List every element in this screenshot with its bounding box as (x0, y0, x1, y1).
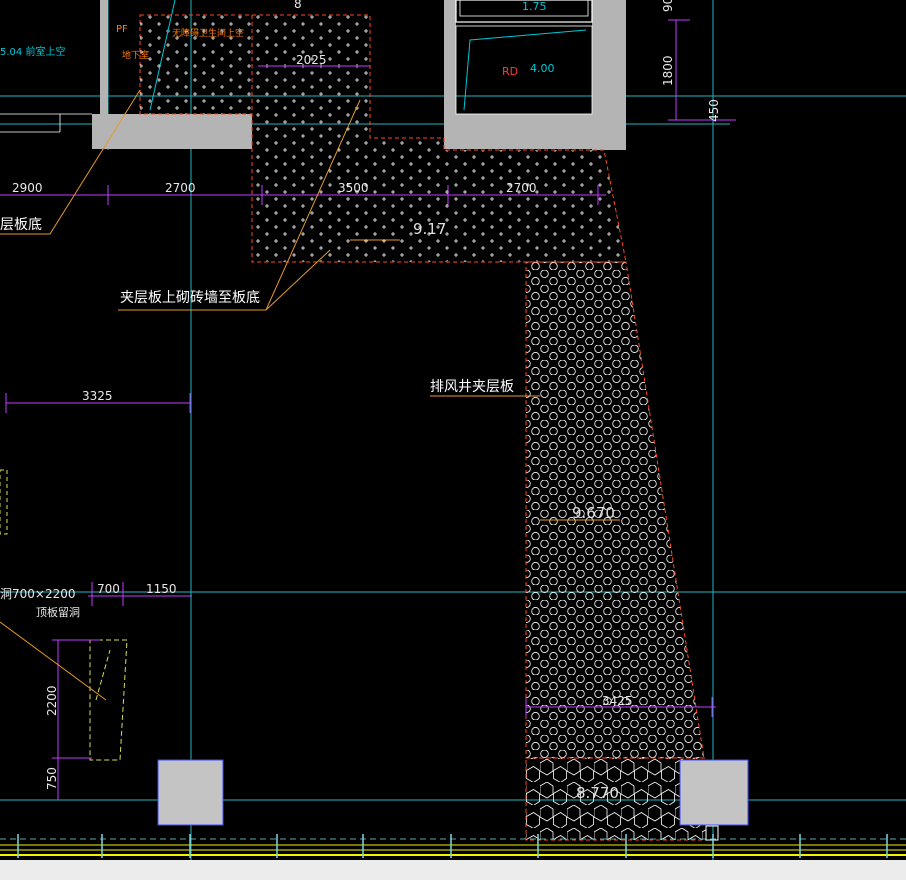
label-pf: PF (116, 24, 128, 35)
label-basement: 地下室 (122, 49, 149, 61)
label-exhaust-shaft-slab: 排风井夹层板 (430, 379, 514, 395)
dim-700: 700 (97, 582, 120, 596)
elevation-8-770: 8.770 (576, 784, 619, 802)
dim-750: 750 (45, 767, 59, 790)
dim-3500: 3500 (338, 181, 369, 195)
column-right (679, 759, 749, 826)
label-mezzanine-brick-wall: 夹层板上砌砖墙至板底 (120, 290, 260, 306)
label-accessible-wc: 无障碍卫生间上空 (172, 27, 244, 39)
dim-1150: 1150 (146, 582, 177, 596)
label-roof-opening: 顶板留洞 (36, 605, 80, 619)
elevation-9-17: 9.17 (413, 220, 446, 238)
dim-2025: 2025 (296, 53, 327, 67)
column-left (157, 759, 224, 826)
label-left-void: 5.04 前室上空 (0, 45, 65, 58)
dim-3325: 3325 (82, 389, 113, 403)
label-slab-bottom: 层板底 (0, 217, 42, 233)
dim-8: 8 (294, 0, 302, 11)
wall-left-room-side (100, 0, 108, 120)
wall-left-room-bottom (92, 114, 252, 149)
opening-diagonal (95, 649, 111, 701)
opening-outline (89, 639, 128, 761)
dim-90: 90 (661, 0, 675, 12)
bottom-rail (0, 834, 906, 858)
cad-drawing-canvas[interactable]: 2025 2900 2700 3500 2700 3325 700 1150 3… (0, 0, 906, 880)
slab-shaft-circle-hatch (525, 261, 705, 759)
room-diagonal (463, 29, 587, 111)
dim-3425: 3425 (602, 694, 633, 708)
dim-2200: 2200 (45, 685, 59, 716)
dim-2900: 2900 (12, 181, 43, 195)
status-bar (0, 860, 906, 880)
dim-2700-a: 2700 (165, 181, 196, 195)
label-opening-size: 留洞700×2200 (0, 587, 76, 601)
wall-right-room-right (592, 0, 626, 150)
wall-right-room-left (444, 0, 456, 120)
dim-1-75: 1.75 (522, 0, 547, 13)
elevation-9-670: 9.670 (572, 504, 615, 522)
label-rd: RD (502, 65, 518, 78)
column-right-small (705, 825, 719, 841)
leader-slab-bottom (0, 89, 141, 235)
dim-450: 450 (707, 99, 721, 122)
dim-1800: 1800 (661, 55, 675, 86)
cad-floor-plan: 2025 2900 2700 3500 2700 3325 700 1150 3… (0, 0, 906, 860)
left-edge-element (0, 469, 8, 535)
dim-2700-b: 2700 (506, 181, 537, 195)
label-rd-value: 4.00 (530, 62, 555, 75)
